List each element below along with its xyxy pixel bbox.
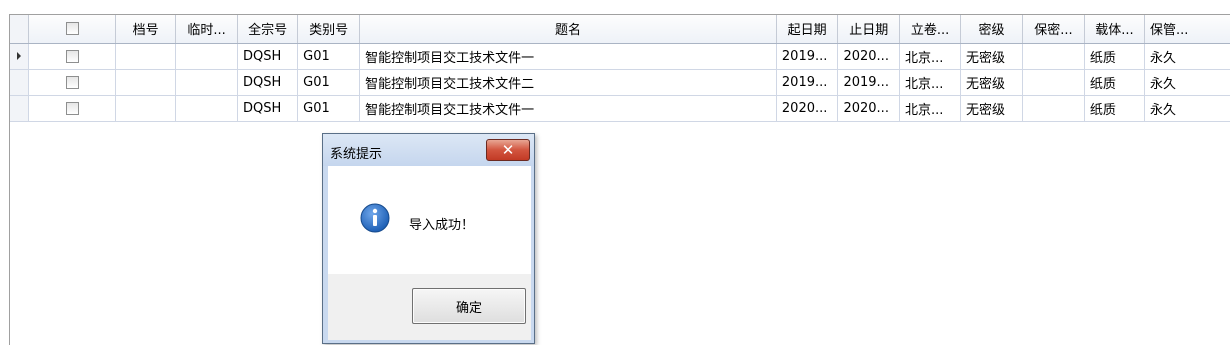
col-header-title[interactable]: 题名 — [360, 15, 777, 43]
cell-fonds[interactable]: DQSH — [238, 95, 298, 121]
dialog-body: 导入成功！ — [328, 166, 531, 274]
cell-temp[interactable] — [176, 43, 238, 69]
cell-filing-unit[interactable]: 北京... — [900, 43, 961, 69]
dialog-title: 系统提示 — [330, 143, 382, 162]
row-checkbox-cell[interactable] — [29, 43, 116, 69]
cell-category[interactable]: G01 — [298, 43, 360, 69]
col-header-secret-level[interactable]: 密级 — [961, 15, 1023, 43]
cell-title[interactable]: 智能控制项目交工技术文件一 — [360, 43, 777, 69]
cell-category[interactable]: G01 — [298, 95, 360, 121]
col-header-fonds[interactable]: 全宗号 — [238, 15, 298, 43]
info-icon — [359, 202, 391, 234]
cell-secrecy-period[interactable] — [1023, 69, 1085, 95]
cell-secret-level[interactable]: 无密级 — [961, 43, 1023, 69]
cell-start-date[interactable]: 2019... — [776, 43, 838, 69]
row-checkbox-cell[interactable] — [29, 95, 116, 121]
col-header-temp[interactable]: 临时... — [176, 15, 238, 43]
cell-secret-level[interactable]: 无密级 — [961, 69, 1023, 95]
row-indicator — [10, 95, 29, 121]
cell-end-date[interactable]: 2020... — [838, 95, 900, 121]
col-header-category[interactable]: 类别号 — [298, 15, 360, 43]
cell-fonds[interactable]: DQSH — [238, 69, 298, 95]
ok-button[interactable]: 确定 — [412, 288, 526, 324]
row-indicator — [10, 43, 29, 69]
checkbox-icon[interactable] — [66, 50, 79, 63]
archive-table: 档号 临时... 全宗号 类别号 题名 起日期 止日期 立卷... 密级 保密.… — [10, 15, 1230, 122]
cell-category[interactable]: G01 — [298, 69, 360, 95]
cell-secrecy-period[interactable] — [1023, 43, 1085, 69]
cell-end-date[interactable]: 2019... — [838, 69, 900, 95]
cell-carrier[interactable]: 纸质 — [1084, 43, 1144, 69]
cell-dangao[interactable] — [116, 43, 176, 69]
cell-temp[interactable] — [176, 69, 238, 95]
cell-temp[interactable] — [176, 95, 238, 121]
cell-end-date[interactable]: 2020... — [838, 43, 900, 69]
cell-secrecy-period[interactable] — [1023, 95, 1085, 121]
select-all-checkbox[interactable] — [29, 15, 116, 43]
cell-carrier[interactable]: 纸质 — [1084, 69, 1144, 95]
close-button[interactable]: ✕ — [486, 139, 530, 161]
col-header-carrier[interactable]: 载体... — [1084, 15, 1144, 43]
system-prompt-dialog: 系统提示 ✕ 导入成功！ 确定 — [322, 133, 535, 344]
row-checkbox-cell[interactable] — [29, 69, 116, 95]
cell-dangao[interactable] — [116, 95, 176, 121]
checkbox-icon[interactable] — [66, 76, 79, 89]
table-row[interactable]: DQSH G01 智能控制项目交工技术文件一 2019... 2020... 北… — [10, 43, 1230, 69]
cell-fonds[interactable]: DQSH — [238, 43, 298, 69]
cell-start-date[interactable]: 2019... — [776, 69, 838, 95]
dialog-titlebar[interactable]: 系统提示 ✕ — [323, 134, 534, 166]
col-header-dangao[interactable]: 档号 — [116, 15, 176, 43]
cell-title[interactable]: 智能控制项目交工技术文件一 — [360, 95, 777, 121]
col-header-filing-unit[interactable]: 立卷... — [900, 15, 961, 43]
cell-retention[interactable]: 永久 — [1145, 95, 1230, 121]
cell-retention[interactable]: 永久 — [1145, 43, 1230, 69]
checkbox-icon[interactable] — [66, 102, 79, 115]
table-row[interactable]: DQSH G01 智能控制项目交工技术文件一 2020... 2020... 北… — [10, 95, 1230, 121]
cell-filing-unit[interactable]: 北京... — [900, 69, 961, 95]
cell-start-date[interactable]: 2020... — [776, 95, 838, 121]
col-header-end-date[interactable]: 止日期 — [838, 15, 900, 43]
dialog-message: 导入成功！ — [409, 214, 474, 233]
checkbox-icon[interactable] — [66, 22, 79, 35]
col-header-start-date[interactable]: 起日期 — [776, 15, 838, 43]
arrow-right-icon — [17, 52, 21, 60]
cell-carrier[interactable]: 纸质 — [1084, 95, 1144, 121]
cell-filing-unit[interactable]: 北京... — [900, 95, 961, 121]
table-row[interactable]: DQSH G01 智能控制项目交工技术文件二 2019... 2019... 北… — [10, 69, 1230, 95]
cell-dangao[interactable] — [116, 69, 176, 95]
col-header-secrecy-period[interactable]: 保密... — [1023, 15, 1085, 43]
row-indicator-header — [10, 15, 29, 43]
dialog-footer: 确定 — [328, 274, 531, 340]
archive-grid: 档号 临时... 全宗号 类别号 题名 起日期 止日期 立卷... 密级 保密.… — [9, 14, 1230, 345]
cell-title[interactable]: 智能控制项目交工技术文件二 — [360, 69, 777, 95]
cell-retention[interactable]: 永久 — [1145, 69, 1230, 95]
cell-secret-level[interactable]: 无密级 — [961, 95, 1023, 121]
col-header-retention[interactable]: 保管... — [1145, 15, 1230, 43]
header-row: 档号 临时... 全宗号 类别号 题名 起日期 止日期 立卷... 密级 保密.… — [10, 15, 1230, 43]
row-indicator — [10, 69, 29, 95]
close-icon[interactable]: ✕ — [502, 141, 515, 159]
